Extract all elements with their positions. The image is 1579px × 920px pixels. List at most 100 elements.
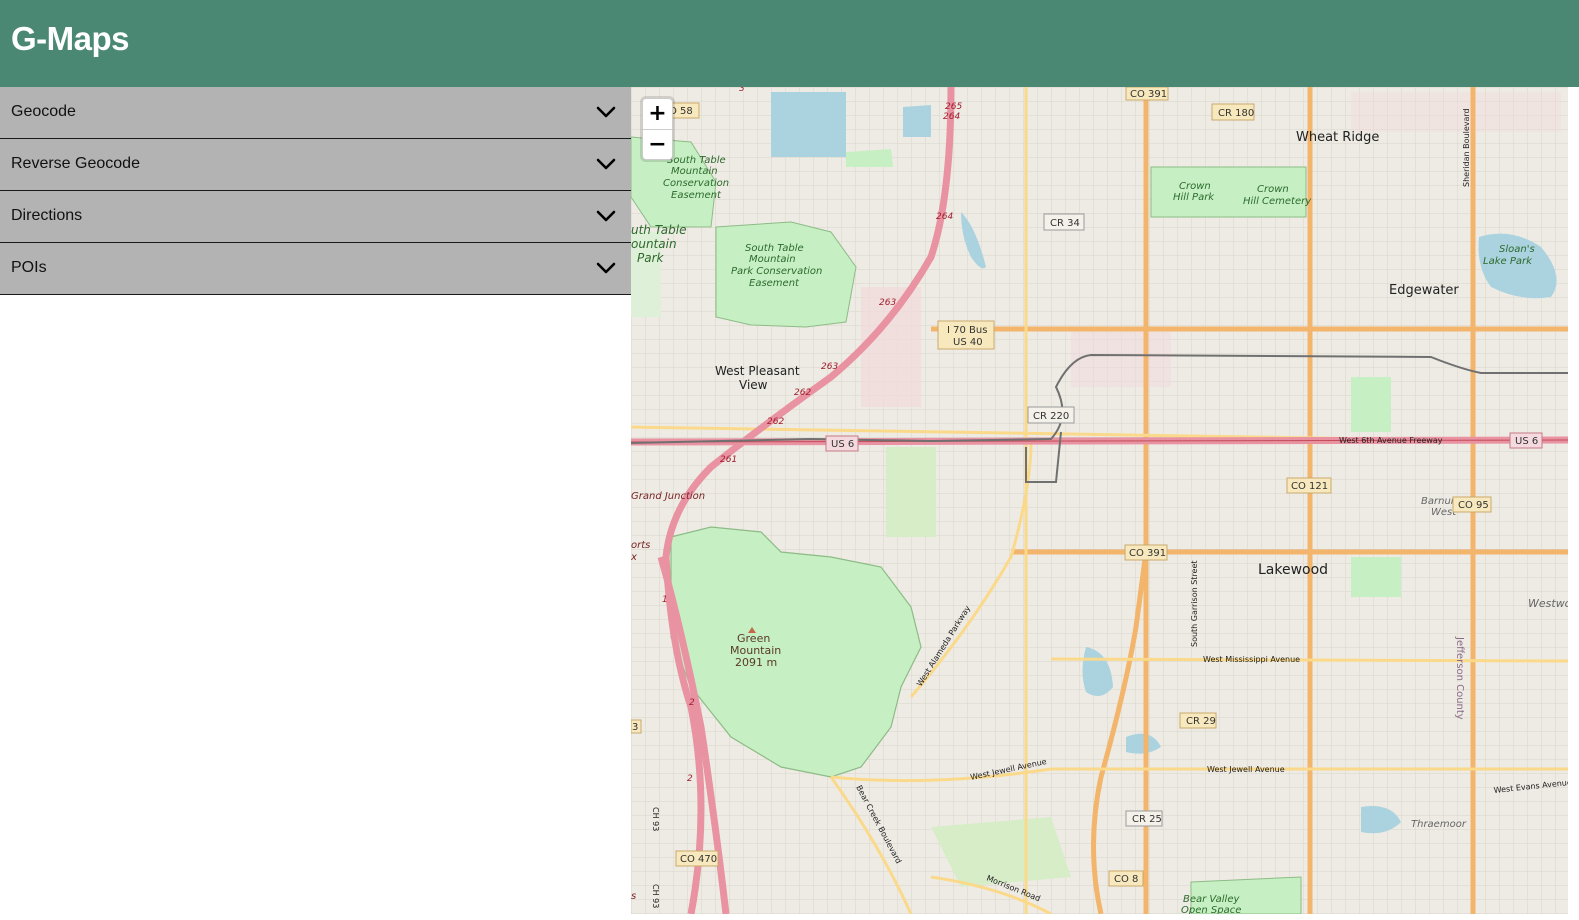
- chevron-down-icon[interactable]: [595, 153, 617, 175]
- shield-us6-right: US 6: [1509, 432, 1543, 449]
- exit-263-b: 263: [821, 362, 838, 372]
- road-ch93: CH 93: [651, 807, 660, 831]
- place-west-pleasant-view-2: View: [739, 378, 768, 392]
- svg-text:CO 391: CO 391: [1130, 89, 1167, 100]
- svg-text:CR 180: CR 180: [1218, 108, 1254, 119]
- exit-263: 263: [879, 298, 896, 308]
- park-sloans-lake: Sloan's: [1499, 244, 1535, 255]
- svg-text:CO 391: CO 391: [1129, 548, 1166, 559]
- park-stm-easement: South Table: [667, 155, 726, 166]
- exit-262-b: 262: [767, 417, 784, 427]
- shield-cr34: CR 34: [1043, 213, 1085, 231]
- svg-text:US 6: US 6: [1515, 436, 1538, 447]
- svg-text:CR 29: CR 29: [1186, 716, 1216, 727]
- svg-text:I 70 Bus: I 70 Bus: [947, 325, 987, 336]
- park-stm-easement-3: Conservation: [663, 178, 729, 189]
- edge-label-x: x: [631, 552, 637, 563]
- svg-text:CO 8: CO 8: [1114, 874, 1138, 885]
- exit-261: 261: [720, 455, 737, 465]
- shield-cr220: CR 220: [1027, 406, 1075, 424]
- park-stm-pce-4: Easement: [749, 278, 800, 289]
- zoom-in-button[interactable]: +: [643, 99, 672, 130]
- shield-exit-3: 3: [631, 719, 642, 734]
- shield-co121: CO 121: [1286, 477, 1332, 494]
- pois-panel-label: POIs: [11, 259, 47, 276]
- svg-text:CO 121: CO 121: [1291, 481, 1328, 492]
- sidebar: Geocode Reverse Geocode Directions POIs: [0, 87, 631, 920]
- svg-text:CR 34: CR 34: [1050, 218, 1080, 229]
- svg-text:US 6: US 6: [831, 439, 854, 450]
- geocode-panel-header[interactable]: Geocode: [0, 87, 631, 139]
- park-crown-hill-cemetery-2: Hill Cemetery: [1243, 196, 1312, 207]
- exit-2-b: 2: [687, 774, 693, 784]
- svg-text:CR 220: CR 220: [1033, 411, 1069, 422]
- reverse-geocode-panel-label: Reverse Geocode: [11, 155, 140, 172]
- chevron-down-icon[interactable]: [595, 257, 617, 279]
- park-bear-valley: Bear Valley: [1183, 894, 1240, 905]
- edge-label-s: s: [631, 891, 636, 902]
- svg-text:CO 95: CO 95: [1458, 500, 1489, 511]
- road-west-mississippi-ave: West Mississippi Avenue: [1203, 655, 1300, 664]
- park-sloans-lake-2: Lake Park: [1483, 256, 1533, 267]
- svg-text:CR 25: CR 25: [1132, 814, 1162, 825]
- road-sheridan-blvd: Sheridan Boulevard: [1462, 108, 1471, 187]
- park-crown-hill-park-2: Hill Park: [1173, 192, 1215, 203]
- svg-text:CO 470: CO 470: [680, 854, 717, 865]
- place-grand-junction: Grand Junction: [631, 491, 705, 502]
- park-stm-park: uth Table: [631, 223, 687, 237]
- map-tiles[interactable]: Wheat Ridge Edgewater Lakewood West Plea…: [631, 87, 1568, 914]
- chevron-down-icon[interactable]: [595, 205, 617, 227]
- park-stm-pce-2: Mountain: [749, 254, 796, 265]
- shield-co391-mid: CO 391: [1124, 544, 1168, 561]
- chevron-down-icon[interactable]: [595, 101, 617, 123]
- app-title: G-Maps: [11, 20, 130, 57]
- directions-panel-header[interactable]: Directions: [0, 191, 631, 243]
- place-green-mountain-elev: 2091 m: [735, 656, 777, 669]
- place-thraemoor: Thraemoor: [1411, 819, 1467, 830]
- road-ch93-2: CH 93: [651, 884, 660, 908]
- exit-262: 262: [794, 388, 811, 398]
- park-stm-park-2: ountain: [631, 237, 677, 251]
- shield-co95: CO 95: [1452, 496, 1492, 513]
- exit-264-b: 264: [936, 212, 953, 222]
- road-south-garrison-st: South Garrison Street: [1190, 560, 1199, 647]
- park-bear-valley-2: Open Space: [1181, 905, 1241, 914]
- exit-3: 3: [739, 87, 745, 94]
- place-lakewood: Lakewood: [1258, 562, 1328, 578]
- park-stm-easement-4: Easement: [671, 190, 722, 201]
- shield-i70bus: I 70 BusUS 40: [937, 320, 995, 350]
- place-edgewater: Edgewater: [1389, 283, 1459, 298]
- reverse-geocode-panel-header[interactable]: Reverse Geocode: [0, 139, 631, 191]
- app-header: G-Maps: [0, 0, 1579, 87]
- park-crown-hill-park: Crown: [1179, 181, 1211, 192]
- zoom-control: + −: [642, 98, 673, 160]
- exit-265: 265: [945, 102, 962, 112]
- map-view[interactable]: Wheat Ridge Edgewater Lakewood West Plea…: [631, 87, 1568, 914]
- shield-cr29: CR 29: [1179, 712, 1217, 729]
- shield-co8: CO 8: [1108, 870, 1144, 887]
- exit-2: 2: [689, 698, 695, 708]
- zoom-out-button[interactable]: −: [643, 130, 672, 160]
- park-crown-hill-cemetery: Crown: [1257, 184, 1289, 195]
- edge-label-orts: orts: [631, 540, 650, 551]
- park-stm-pce: South Table: [745, 243, 804, 254]
- shield-us6-left: US 6: [825, 435, 859, 452]
- park-stm-pce-3: Park Conservation: [731, 266, 822, 277]
- place-west-pleasant-view: West Pleasant: [715, 364, 800, 378]
- road-6th-ave-freeway: West 6th Avenue Freeway: [1339, 436, 1443, 445]
- svg-text:US 40: US 40: [953, 337, 983, 348]
- park-stm-park-3: Park: [637, 251, 665, 265]
- exit-1: 1: [662, 595, 668, 605]
- pois-panel-header[interactable]: POIs: [0, 243, 631, 295]
- svg-text:3: 3: [632, 722, 638, 733]
- place-westwood: Westwo: [1528, 597, 1568, 610]
- road-west-jewell-ave-east: West Jewell Avenue: [1207, 765, 1285, 774]
- directions-panel-label: Directions: [11, 207, 83, 224]
- shield-co470: CO 470: [675, 850, 719, 867]
- shield-cr180: CR 180: [1211, 103, 1255, 121]
- geocode-panel-label: Geocode: [11, 103, 76, 120]
- exit-264: 264: [943, 112, 960, 122]
- shield-cr25: CR 25: [1125, 810, 1163, 827]
- place-wheat-ridge: Wheat Ridge: [1296, 130, 1379, 145]
- county-jefferson: Jefferson County: [1454, 636, 1465, 720]
